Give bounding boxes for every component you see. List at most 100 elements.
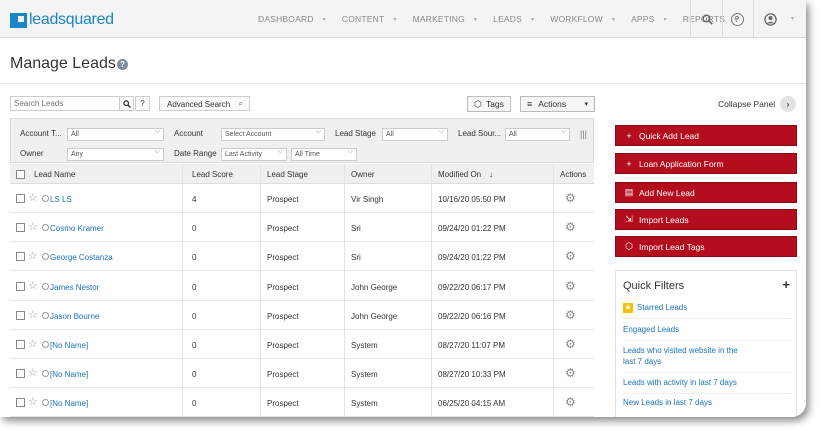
lead-stage: Prospect xyxy=(267,253,299,263)
quick-filter-starred[interactable]: ★ Starred Leads xyxy=(623,302,791,319)
row-checkbox[interactable] xyxy=(16,281,25,291)
table-row[interactable]: ☆ Jason Bourne 0 Prospect John George 09/22/2… xyxy=(10,300,594,330)
gear-icon[interactable]: ⚙ xyxy=(565,308,576,322)
nav-apps[interactable]: APPS ▾ xyxy=(623,14,675,24)
add-filter-icon[interactable]: + xyxy=(782,277,790,292)
table-row[interactable]: ☆ [No Name] 0 Prospect System 06/25/20 04:15 … xyxy=(10,388,594,417)
quick-filter-label: New Leads in last 7 days xyxy=(623,398,712,407)
star-icon[interactable]: ☆ xyxy=(28,220,38,233)
gear-icon[interactable]: ⚙ xyxy=(565,279,576,293)
gear-icon[interactable]: ⚙ xyxy=(565,395,576,409)
table-row[interactable]: ☆ [No Name] 0 Prospect System 08/27/20 11:07 … xyxy=(10,330,594,359)
star-icon[interactable]: ☆ xyxy=(28,279,38,292)
nav-dashboard[interactable]: DASHBOARD ▾ xyxy=(250,14,334,24)
nav-leads[interactable]: LEADS ▾ xyxy=(485,14,542,24)
date-range-select[interactable]: Last Activity xyxy=(221,148,287,161)
lead-name-link[interactable]: [No Name] xyxy=(50,399,88,408)
quick-filter-new-leads[interactable]: New Leads in last 7 days xyxy=(623,397,791,408)
nav-workflow-label: WORKFLOW xyxy=(550,14,603,24)
actions-label: Actions xyxy=(538,99,567,109)
lead-stage: Prospect xyxy=(267,399,299,409)
column-header-owner[interactable]: Owner xyxy=(351,170,375,179)
nav-marketing[interactable]: MARKETING ▾ xyxy=(405,14,486,24)
table-row[interactable]: ☆ [No Name] 0 Prospect System 08/27/20 10:33 … xyxy=(10,359,594,389)
nav-marketing-label: MARKETING xyxy=(412,14,465,24)
table-row[interactable]: ☆ LS LS 4 Prospect Vir Singh 10/16/20 05:50 P… xyxy=(10,184,594,213)
gear-icon[interactable]: ⚙ xyxy=(565,249,576,263)
chevron-down-icon[interactable]: ▾ xyxy=(791,15,794,22)
advanced-search-button[interactable]: Advanced Search ⌕ xyxy=(159,96,250,111)
search-help-button[interactable]: ? xyxy=(135,96,150,111)
gear-icon[interactable]: ⚙ xyxy=(565,337,576,351)
star-icon[interactable]: ☆ xyxy=(28,337,38,350)
star-icon[interactable]: ☆ xyxy=(28,191,38,204)
column-header-lead-name[interactable]: Lead Name xyxy=(34,170,75,179)
select-all-checkbox[interactable] xyxy=(16,170,25,179)
import-leads-label: Import Leads xyxy=(639,214,689,225)
column-header-lead-stage[interactable]: Lead Stage xyxy=(267,170,308,179)
star-icon[interactable]: ☆ xyxy=(28,366,38,379)
loan-application-form-button[interactable]: + Loan Application Form xyxy=(615,153,797,174)
row-checkbox[interactable] xyxy=(16,310,25,320)
column-settings-icon[interactable]: ||| xyxy=(580,129,587,139)
account-select[interactable]: Select Account xyxy=(221,128,325,141)
table-row[interactable]: ☆ James Nestor 0 Prospect John George 09/22/2… xyxy=(10,271,594,301)
row-checkbox[interactable] xyxy=(16,252,25,262)
gear-icon[interactable]: ⚙ xyxy=(565,191,576,205)
lead-name-link[interactable]: LS LS xyxy=(50,195,72,204)
date-period-select[interactable]: All Time xyxy=(291,148,357,161)
lead-source-select[interactable]: All xyxy=(505,128,570,141)
search-button[interactable] xyxy=(119,96,134,111)
search-input[interactable] xyxy=(10,96,120,111)
row-checkbox[interactable] xyxy=(16,223,25,233)
status-dot-icon xyxy=(42,282,49,290)
star-icon[interactable]: ☆ xyxy=(28,395,38,408)
column-header-lead-score[interactable]: Lead Score xyxy=(192,170,233,179)
lead-name-link[interactable]: James Nestor xyxy=(50,283,99,292)
quick-filter-recent-activity[interactable]: Leads with activity in last 7 days xyxy=(623,377,791,394)
help-icon[interactable]: ? xyxy=(117,59,128,70)
lead-name-link[interactable]: [No Name] xyxy=(50,341,88,350)
star-icon[interactable]: ☆ xyxy=(28,249,38,262)
import-lead-tags-button[interactable]: ⬡ Import Lead Tags xyxy=(615,236,797,257)
lead-name-link[interactable]: George Costanza xyxy=(50,253,113,262)
nav-content[interactable]: CONTENT ▾ xyxy=(334,14,405,24)
tags-button[interactable]: ⬡ Tags xyxy=(467,96,511,112)
logo[interactable]: leadsquared xyxy=(10,11,114,29)
user-icon[interactable] xyxy=(761,10,779,28)
star-icon[interactable]: ☆ xyxy=(28,308,38,321)
modified-on: 08/27/20 11:07 PM xyxy=(438,341,506,350)
chevron-right-icon[interactable]: › xyxy=(780,96,796,112)
add-new-lead-button[interactable]: ▤ Add New Lead xyxy=(615,182,797,203)
row-checkbox[interactable] xyxy=(16,194,25,203)
import-leads-button[interactable]: ⇲ Import Leads xyxy=(615,209,797,230)
lead-name-link[interactable]: [No Name] xyxy=(50,370,88,379)
lead-name-link[interactable]: Jason Bourne xyxy=(50,312,99,321)
table-row[interactable]: ☆ Cosmo Kramer 0 Prospect Sri 09/24/20 01:22 … xyxy=(10,213,594,243)
account-label: Account xyxy=(174,129,203,138)
search-icon[interactable] xyxy=(698,10,716,28)
lead-name-link[interactable]: Cosmo Kramer xyxy=(50,224,104,233)
actions-dropdown[interactable]: ≡ Actions ▾ xyxy=(520,96,595,112)
help-icon[interactable]: ? xyxy=(728,10,746,28)
plus-icon: + xyxy=(626,130,632,141)
row-checkbox[interactable] xyxy=(16,398,25,408)
owner-select[interactable]: Any xyxy=(67,148,164,161)
collapse-panel-label[interactable]: Collapse Panel xyxy=(718,99,775,109)
add-document-icon: ▤ xyxy=(624,187,634,197)
quick-add-lead-button[interactable]: + Quick Add Lead xyxy=(615,125,797,146)
account-type-select[interactable]: All xyxy=(67,128,164,141)
quick-filter-visited-website[interactable]: Leads who visited website in the last 7 … xyxy=(623,345,791,373)
nav-workflow[interactable]: WORKFLOW ▾ xyxy=(542,14,623,24)
quick-filter-engaged[interactable]: Engaged Leads xyxy=(623,324,791,341)
gear-icon[interactable]: ⚙ xyxy=(565,366,576,380)
main-nav: DASHBOARD ▾ CONTENT ▾ MARKETING ▾ LEADS ▾ WO… xyxy=(250,0,745,38)
sort-desc-icon[interactable]: ↓ xyxy=(489,170,493,179)
gear-icon[interactable]: ⚙ xyxy=(565,220,576,234)
row-checkbox[interactable] xyxy=(16,340,25,349)
lead-stage-select[interactable]: All xyxy=(382,128,448,141)
column-header-modified-on[interactable]: Modified On xyxy=(438,170,481,179)
table-row[interactable]: ☆ George Costanza 0 Prospect Sri 09/24/20 01:… xyxy=(10,242,594,272)
row-checkbox[interactable] xyxy=(16,369,25,379)
nav-dashboard-label: DASHBOARD xyxy=(258,14,314,24)
